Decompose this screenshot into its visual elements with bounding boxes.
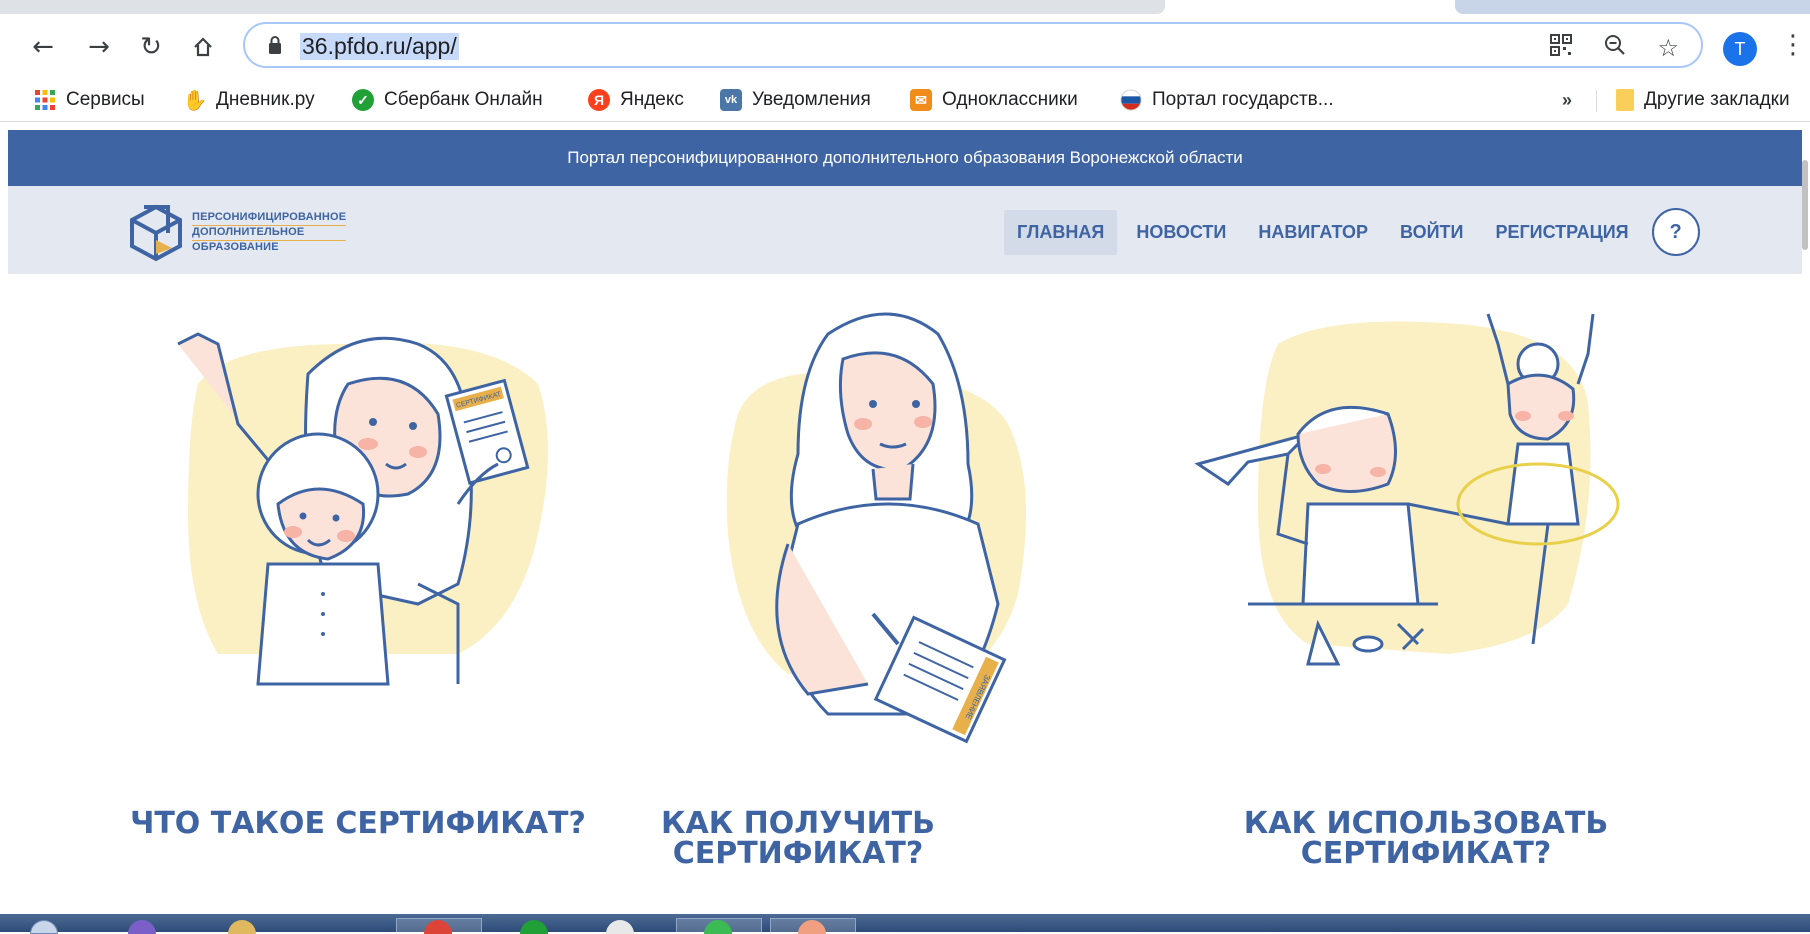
bookmark-gosuslugi[interactable]: Портал государств... (1120, 87, 1334, 113)
os-taskbar (0, 914, 1810, 934)
scrollbar-thumb[interactable] (1802, 160, 1808, 250)
mail-icon: ✉ (910, 89, 932, 111)
nav-register[interactable]: РЕГИСТРАЦИЯ (1482, 210, 1641, 255)
home-icon[interactable] (186, 30, 220, 64)
russia-flag-icon (1120, 89, 1142, 111)
bookmark-label: Яндекс (620, 89, 684, 110)
nav-news[interactable]: НОВОСТИ (1123, 210, 1239, 255)
bookmarks-bar: Сервисы ✋ Дневник.ру ✓ Сбербанк Онлайн Я… (0, 78, 1810, 122)
card-title[interactable]: КАК ИСПОЛЬЗОВАТЬ СЕРТИФИКАТ? (1166, 809, 1686, 869)
folder-icon (1616, 89, 1634, 111)
card-how-to-use[interactable]: КАК ИСПОЛЬЗОВАТЬ СЕРТИФИКАТ? (1188, 274, 1708, 914)
bookmark-label: Сбербанк Онлайн (384, 89, 543, 110)
lock-icon (269, 36, 281, 54)
vk-icon: vk (720, 89, 742, 111)
tab-edge[interactable] (1455, 0, 1810, 14)
address-bar[interactable]: 36.pfdo.ru/app/ ☆ (243, 22, 1703, 68)
bookmark-dnevnik[interactable]: ✋ Дневник.ру (182, 87, 315, 113)
help-button[interactable]: ? (1651, 208, 1700, 256)
bookmark-vk[interactable]: vk Уведомления (720, 87, 871, 113)
mother-daughter-illustration: СЕРТИФИКАТ (177, 332, 548, 686)
bookmark-label: Дневник.ру (216, 89, 315, 110)
hand-icon: ✋ (182, 89, 208, 112)
other-bookmarks-folder[interactable]: Другие закладки (1616, 87, 1790, 113)
card-title-line: ЧТО ТАКОЕ СЕРТИФИКАТ? (130, 806, 586, 841)
card-title-line: СЕРТИФИКАТ? (672, 836, 924, 871)
qr-code-icon[interactable] (1549, 33, 1573, 63)
bookmark-sberbank[interactable]: ✓ Сбербанк Онлайн (352, 87, 543, 113)
logo-line: ПЕРСОНИФИЦИРОВАННОЕ (192, 211, 347, 226)
bookmark-label: Портал государств... (1152, 89, 1334, 110)
banner-text: Портал персонифицированного дополнительн… (567, 148, 1243, 167)
site-logo[interactable]: ПЕРСОНИФИЦИРОВАННОЕ ДОПОЛНИТЕЛЬНОЕ ОБРАЗ… (126, 202, 347, 262)
logo-cube-icon (130, 204, 182, 262)
bookmark-odnoklassniki[interactable]: ✉ Одноклассники (910, 87, 1078, 113)
browser-toolbar: ← → ↻ 36.pfdo.ru/app/ ☆ T ⋮ (0, 16, 1810, 78)
nav-login[interactable]: ВОЙТИ (1387, 210, 1476, 255)
sberbank-icon: ✓ (352, 89, 374, 111)
forward-arrow-icon[interactable]: → (82, 30, 116, 64)
logo-line: ДОПОЛНИТЕЛЬНОЕ (192, 226, 347, 241)
main-content: СЕРТИФИКАТ ЧТО ТАКОЕ СЕРТИФИКАТ? ЗАЯВЛЕН… (8, 274, 1802, 914)
tab-strip (0, 0, 1810, 16)
nav-home[interactable]: ГЛАВНАЯ (1004, 209, 1118, 255)
woman-filling-form-illustration: ЗАЯВЛЕНИЕ (726, 312, 1026, 744)
bookmark-label: Одноклассники (942, 89, 1078, 110)
card-how-to-get[interactable]: ЗАЯВЛЕНИЕ КАК ПОЛУЧИТЬ СЕРТИФИКАТ? (661, 274, 1218, 914)
bookmarks-divider (1596, 90, 1597, 112)
bookmark-label: Другие закладки (1644, 89, 1790, 110)
zoom-icon[interactable] (1603, 33, 1627, 63)
url-text[interactable]: 36.pfdo.ru/app/ (300, 33, 459, 60)
logo-line: ОБРАЗОВАНИЕ (192, 240, 279, 253)
children-activities-illustration (1194, 313, 1620, 666)
card-title-line: СЕРТИФИКАТ? (1300, 836, 1552, 871)
nav-navigator[interactable]: НАВИГАТОР (1245, 210, 1381, 255)
card-title[interactable]: КАК ПОЛУЧИТЬ СЕРТИФИКАТ? (538, 809, 1058, 869)
site-banner: Портал персонифицированного дополнительн… (8, 130, 1802, 186)
menu-kebab-icon[interactable]: ⋮ (1780, 30, 1806, 60)
active-tab-edge[interactable] (0, 0, 1165, 14)
back-arrow-icon[interactable]: ← (26, 30, 60, 64)
more-bookmarks-button[interactable]: » (1562, 90, 1572, 111)
yandex-icon: Я (588, 89, 610, 111)
profile-avatar[interactable]: T (1723, 32, 1757, 66)
bookmark-label: Сервисы (66, 89, 145, 110)
apps-grid-icon (34, 89, 56, 111)
reload-icon[interactable]: ↻ (134, 30, 168, 64)
star-icon[interactable]: ☆ (1657, 34, 1679, 62)
bookmark-yandex[interactable]: Я Яндекс (588, 87, 684, 113)
main-nav: ГЛАВНАЯ НОВОСТИ НАВИГАТОР ВОЙТИ РЕГИСТРА… (1004, 208, 1700, 256)
bookmark-services[interactable]: Сервисы (34, 87, 145, 113)
bookmark-label: Уведомления (752, 89, 871, 110)
site-header: ПЕРСОНИФИЦИРОВАННОЕ ДОПОЛНИТЕЛЬНОЕ ОБРАЗ… (8, 186, 1802, 274)
